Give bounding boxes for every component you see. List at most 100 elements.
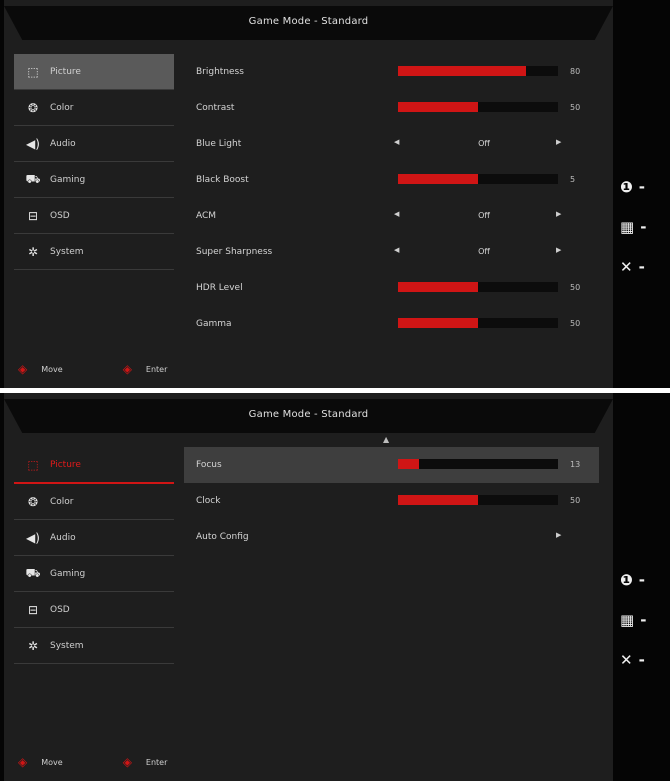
level-slider[interactable] bbox=[398, 459, 558, 469]
arrow-left-icon[interactable]: ◀ bbox=[394, 210, 399, 218]
sidebar-item-label: Color bbox=[50, 102, 74, 113]
sidebar-item-picture[interactable]: ⬚ Picture bbox=[14, 54, 174, 90]
close-icon: ✕ bbox=[620, 258, 633, 276]
sidebar-item-label: Color bbox=[50, 496, 74, 507]
menu-icon: ▦ bbox=[620, 218, 635, 236]
sidebar-item-label: OSD bbox=[50, 604, 70, 615]
setting-row-focus[interactable]: Focus 13 bbox=[184, 447, 599, 483]
footer-hint-move: ◈ Move bbox=[18, 362, 63, 376]
side-key-menu[interactable]: ▦ - bbox=[620, 218, 666, 236]
sidebar-item-audio[interactable]: ◀) Audio bbox=[14, 520, 174, 556]
sidebar-item-osd[interactable]: ⊟ OSD bbox=[14, 198, 174, 234]
setting-row-acm[interactable]: ACM ◀ Off ▶ bbox=[184, 198, 599, 234]
color-icon: ❂ bbox=[27, 494, 39, 509]
side-key-label: - bbox=[638, 651, 645, 669]
audio-icon: ◀) bbox=[26, 136, 40, 151]
sidebar-item-system[interactable]: ✲ System bbox=[14, 234, 174, 270]
gaming-icon: ⛟ bbox=[25, 171, 41, 186]
osd-icon: ⊟ bbox=[27, 602, 39, 617]
side-key-close[interactable]: ✕ - bbox=[620, 651, 666, 669]
setting-value: 50 bbox=[570, 103, 581, 112]
setting-label: Focus bbox=[196, 460, 222, 470]
setting-value: 13 bbox=[570, 460, 581, 469]
sidebar-item-audio[interactable]: ◀) Audio bbox=[14, 126, 174, 162]
footer-hints: ◈ Move ◈ Enter bbox=[18, 362, 227, 376]
picture-icon: ⬚ bbox=[27, 64, 39, 79]
footer-hint-label: Move bbox=[41, 364, 63, 374]
setting-row-contrast[interactable]: Contrast 50 bbox=[184, 90, 599, 126]
setting-label: Auto Config bbox=[196, 532, 249, 542]
setting-label: Contrast bbox=[196, 103, 235, 113]
side-key-info[interactable]: ❶- bbox=[620, 571, 666, 589]
sidebar-item-label: System bbox=[50, 640, 84, 651]
move-icon: ◈ bbox=[18, 755, 28, 769]
arrow-left-icon[interactable]: ◀ bbox=[394, 246, 399, 254]
sidebar-item-label: Gaming bbox=[50, 568, 86, 579]
setting-value: Off bbox=[478, 247, 490, 256]
enter-icon: ◈ bbox=[122, 755, 132, 769]
enter-icon: ◈ bbox=[122, 362, 132, 376]
setting-value: 5 bbox=[570, 175, 576, 184]
sidebar-item-gaming[interactable]: ⛟ Gaming bbox=[14, 162, 174, 198]
sidebar-item-color[interactable]: ❂ Color bbox=[14, 484, 174, 520]
sidebar-item-label: Audio bbox=[50, 138, 76, 149]
footer-hint-label: Enter bbox=[145, 364, 168, 374]
level-slider[interactable] bbox=[398, 102, 558, 112]
sidebar-item-color[interactable]: ❂ Color bbox=[14, 90, 174, 126]
arrow-left-icon[interactable]: ◀ bbox=[394, 138, 399, 146]
footer-hint-label: Move bbox=[41, 757, 63, 767]
side-key-menu[interactable]: ▦ - bbox=[620, 611, 666, 629]
footer-hint-enter: ◈ Enter bbox=[123, 755, 168, 769]
sidebar-item-picture[interactable]: ⬚ Picture bbox=[14, 447, 174, 484]
setting-label: Super Sharpness bbox=[196, 247, 273, 257]
side-key-label: - bbox=[638, 571, 645, 589]
audio-icon: ◀) bbox=[26, 530, 40, 545]
osd-screen-1: Game Mode - Standard ⬚ Picture ❂ Color ◀) Aud… bbox=[0, 0, 670, 388]
level-slider[interactable] bbox=[398, 318, 558, 328]
scroll-up-arrow-icon[interactable]: ▲ bbox=[383, 435, 389, 444]
footer-hint-label: Enter bbox=[145, 757, 168, 767]
side-key-close[interactable]: ✕ - bbox=[620, 258, 666, 276]
sidebar-item-osd[interactable]: ⊟ OSD bbox=[14, 592, 174, 628]
arrow-right-icon[interactable]: ▶ bbox=[556, 246, 561, 254]
footer-hint-move: ◈ Move bbox=[18, 755, 63, 769]
close-icon: ✕ bbox=[620, 651, 633, 669]
arrow-right-icon[interactable]: ▶ bbox=[556, 138, 561, 146]
setting-row-auto-config[interactable]: Auto Config ▶ bbox=[184, 519, 599, 555]
sidebar-item-label: System bbox=[50, 246, 84, 257]
level-fill bbox=[398, 66, 526, 76]
setting-label: Blue Light bbox=[196, 139, 242, 149]
sidebar: ⬚ Picture ❂ Color ◀) Audio ⛟ Gaming ⊟ OSD ✲ System bbox=[14, 447, 174, 664]
sidebar-item-gaming[interactable]: ⛟ Gaming bbox=[14, 556, 174, 592]
setting-row-hdr-level[interactable]: HDR Level 50 bbox=[184, 270, 599, 306]
level-fill bbox=[398, 318, 478, 328]
picture-icon: ⬚ bbox=[27, 457, 39, 472]
setting-value: Off bbox=[478, 139, 490, 148]
side-key-info[interactable]: ❶- bbox=[620, 178, 666, 196]
arrow-right-icon[interactable]: ▶ bbox=[556, 531, 561, 539]
title-bar: Game Mode - Standard bbox=[4, 6, 613, 40]
settings-list: Focus 13 Clock 50 Auto Config ▶ bbox=[184, 447, 599, 555]
arrow-right-icon[interactable]: ▶ bbox=[556, 210, 561, 218]
level-slider[interactable] bbox=[398, 282, 558, 292]
sidebar-item-system[interactable]: ✲ System bbox=[14, 628, 174, 664]
setting-row-clock[interactable]: Clock 50 bbox=[184, 483, 599, 519]
sidebar-item-label: Gaming bbox=[50, 174, 86, 185]
level-slider[interactable] bbox=[398, 495, 558, 505]
level-slider[interactable] bbox=[398, 66, 558, 76]
level-fill bbox=[398, 102, 478, 112]
setting-row-super-sharpness[interactable]: Super Sharpness ◀ Off ▶ bbox=[184, 234, 599, 270]
setting-value: 50 bbox=[570, 496, 581, 505]
setting-row-blue-light[interactable]: Blue Light ◀ Off ▶ bbox=[184, 126, 599, 162]
setting-label: HDR Level bbox=[196, 283, 243, 293]
move-icon: ◈ bbox=[18, 362, 28, 376]
setting-label: ACM bbox=[196, 211, 217, 221]
setting-row-gamma[interactable]: Gamma 50 bbox=[184, 306, 599, 342]
level-slider[interactable] bbox=[398, 174, 558, 184]
osd-title: Game Mode - Standard bbox=[248, 16, 369, 27]
setting-value: 50 bbox=[570, 319, 581, 328]
sidebar-item-label: Picture bbox=[50, 459, 81, 470]
setting-row-brightness[interactable]: Brightness 80 bbox=[184, 54, 599, 90]
side-key-label: - bbox=[638, 258, 645, 276]
setting-row-black-boost[interactable]: Black Boost 5 bbox=[184, 162, 599, 198]
